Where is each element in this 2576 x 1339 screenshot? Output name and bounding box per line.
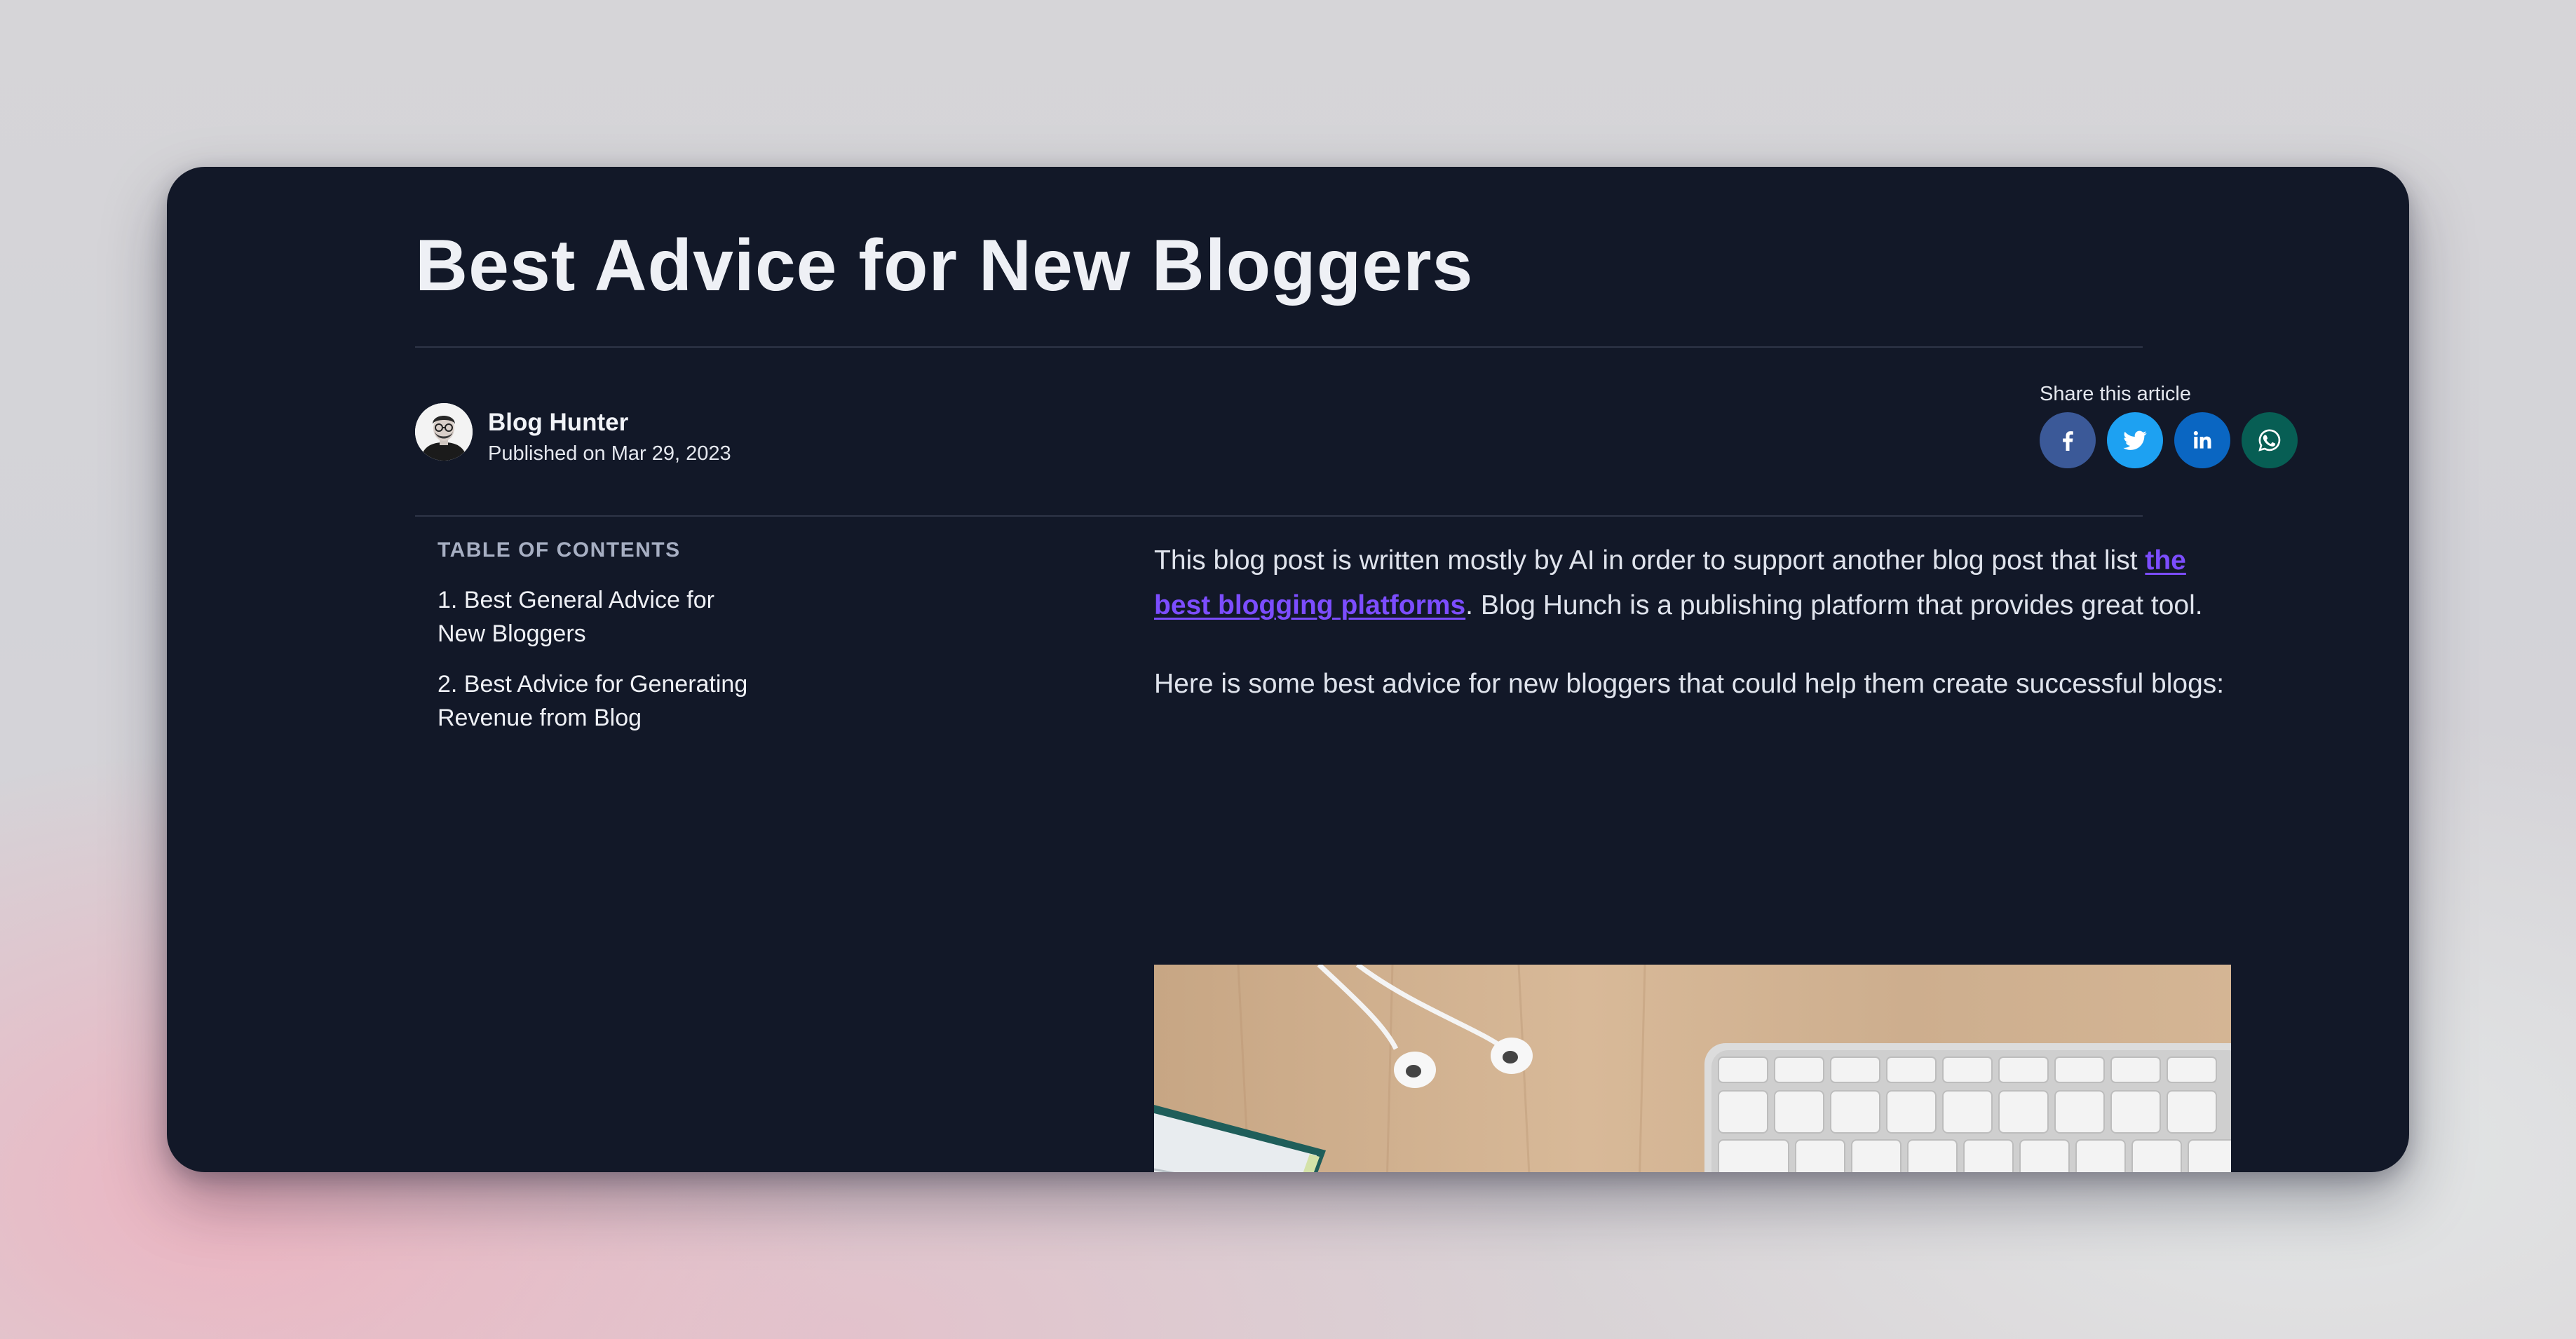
intro-text-end: . Blog Hunch is a publishing platform th…: [1465, 590, 2203, 620]
linkedin-share-button[interactable]: [2174, 412, 2230, 468]
divider: [415, 346, 2143, 348]
facebook-share-button[interactable]: [2040, 412, 2096, 468]
article-card: Best Advice for New Bloggers Blog Hunter…: [167, 167, 2409, 1172]
intro-paragraph: This blog post is written mostly by AI i…: [1154, 538, 2234, 628]
twitter-icon: [2123, 430, 2147, 450]
table-of-contents: TABLE OF CONTENTS 1. Best General Advice…: [438, 538, 767, 735]
toc-item-general-advice[interactable]: 1. Best General Advice for New Bloggers: [438, 583, 767, 651]
toc-item-revenue-advice[interactable]: 2. Best Advice for Generating Revenue fr…: [438, 667, 767, 735]
desk-keyboard-earphones-image: [1154, 965, 2231, 1172]
article-container: Best Advice for New Bloggers Blog Hunter…: [415, 167, 2298, 1172]
avatar[interactable]: [415, 403, 473, 461]
toc-heading: TABLE OF CONTENTS: [438, 538, 681, 562]
article-body: This blog post is written mostly by AI i…: [1154, 538, 2234, 1172]
linkedin-icon: [2193, 431, 2211, 449]
share-label: Share this article: [2040, 383, 2191, 405]
share-block: Share this article: [2040, 383, 2298, 468]
author-name[interactable]: Blog Hunter: [488, 409, 628, 437]
whatsapp-icon: [2258, 429, 2281, 451]
published-date: Published on Mar 29, 2023: [488, 442, 731, 465]
whatsapp-share-button[interactable]: [2242, 412, 2298, 468]
advice-paragraph: Here is some best advice for new blogger…: [1154, 669, 2225, 699]
twitter-share-button[interactable]: [2107, 412, 2163, 468]
share-buttons: [2040, 412, 2298, 470]
avatar-portrait-icon: [415, 403, 473, 461]
article-hero-image: [1154, 965, 2231, 1172]
divider: [415, 515, 2143, 517]
article-title: Best Advice for New Bloggers: [415, 225, 1474, 306]
intro-text: This blog post is written mostly by AI i…: [1154, 545, 2145, 576]
facebook-icon: [2063, 431, 2073, 451]
